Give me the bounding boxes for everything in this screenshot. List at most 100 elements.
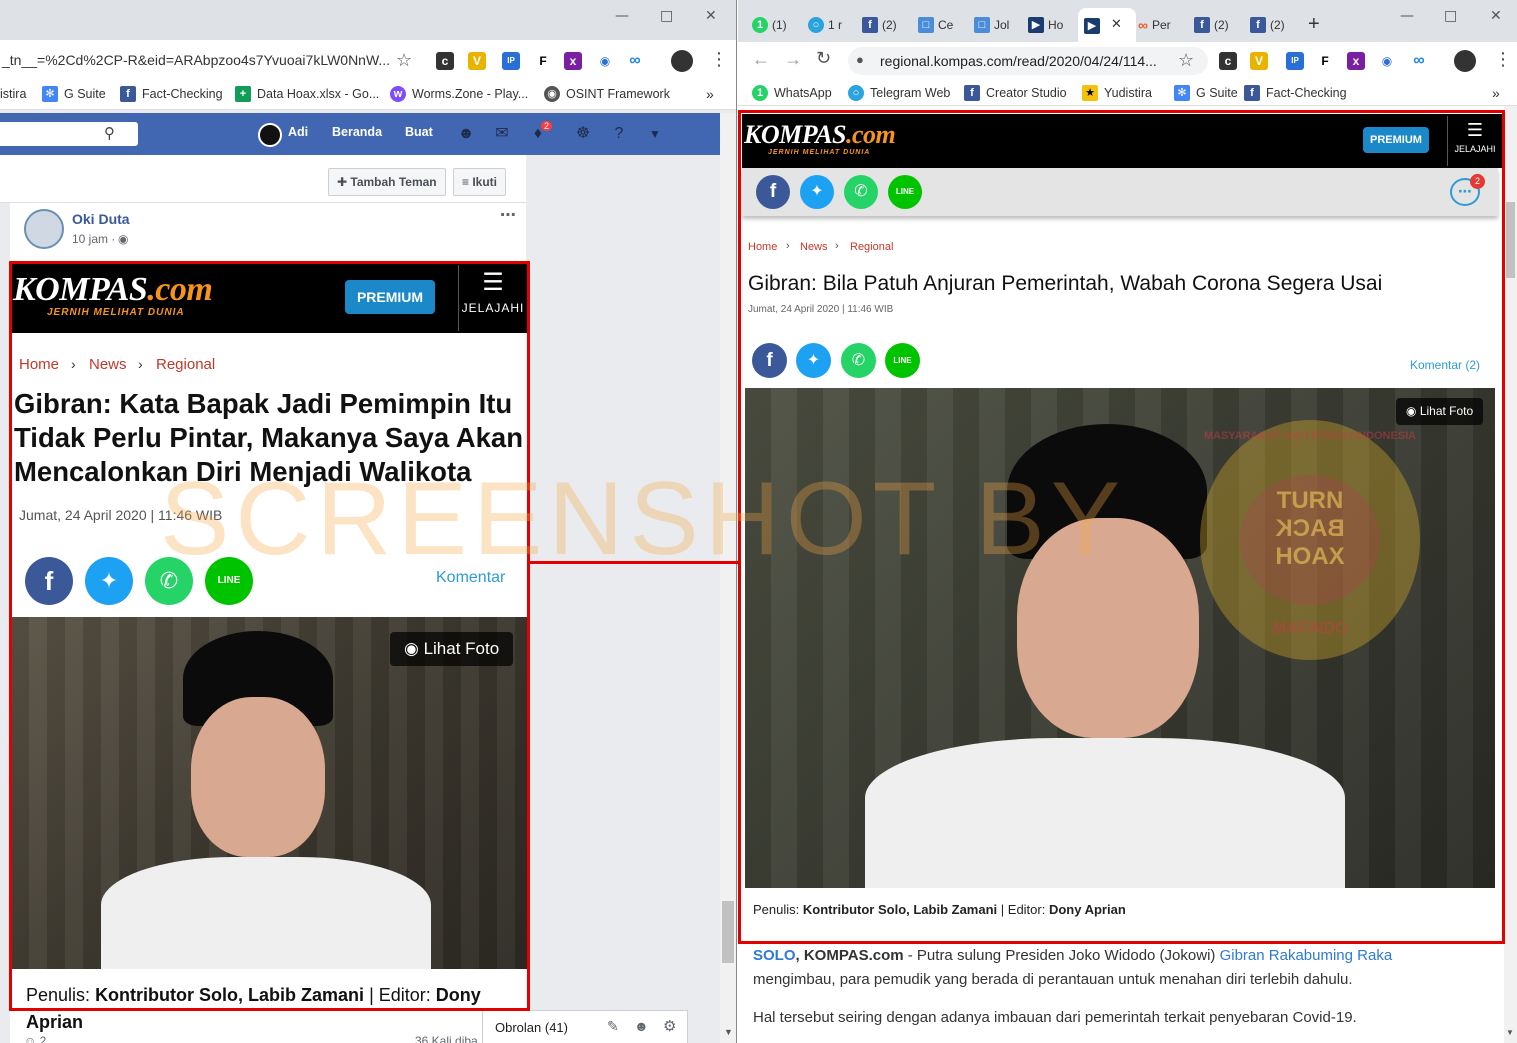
nav-create[interactable]: Buat <box>405 125 433 139</box>
whatsapp-share-icon[interactable]: ✆ <box>841 343 876 378</box>
right-url[interactable]: regional.kompas.com/read/2020/04/24/114.… <box>880 53 1157 69</box>
search-icon[interactable]: ⚲ <box>104 124 115 142</box>
bookmark-item[interactable]: 1 WhatsApp <box>752 77 832 109</box>
kompas-logo[interactable]: KOMPAS.com <box>744 120 896 150</box>
back-icon[interactable]: ← <box>752 49 770 70</box>
facebook-share-icon[interactable]: f <box>752 343 787 378</box>
bookmarks-overflow-icon[interactable]: » <box>706 78 714 110</box>
right-scrollbar[interactable]: ▼ <box>1504 106 1517 1043</box>
extension-icon[interactable]: x <box>564 52 582 70</box>
tab-facebook[interactable]: f (2) <box>1250 14 1285 36</box>
extension-icon[interactable]: c <box>1219 52 1237 70</box>
messenger-icon[interactable]: ✉ <box>491 123 513 145</box>
bookmark-star-icon[interactable]: ☆ <box>396 50 412 71</box>
post-author[interactable]: Oki Duta <box>72 211 130 227</box>
omnibox[interactable]: ● regional.kompas.com/read/2020/04/24/11… <box>848 47 1208 75</box>
breadcrumb-news[interactable]: News <box>800 241 828 253</box>
tab-generic[interactable]: □ Jol <box>974 14 1009 36</box>
profile-avatar[interactable] <box>671 50 693 72</box>
tab-facebook[interactable]: f (2) <box>862 14 897 36</box>
extension-icon[interactable]: IP <box>502 52 520 70</box>
bookmark-item[interactable]: ✻ G Suite <box>42 78 106 110</box>
twitter-share-icon[interactable]: ✦ <box>796 343 831 378</box>
line-share-icon[interactable]: LINE <box>888 175 922 209</box>
bookmark-item[interactable]: ✻ G Suite <box>1174 77 1238 109</box>
gear-icon[interactable]: ⚙ <box>663 1017 676 1035</box>
bookmark-star-icon[interactable]: ☆ <box>1178 50 1194 71</box>
gibran-link[interactable]: Gibran Rakabuming Raka <box>1220 947 1393 964</box>
author-avatar[interactable] <box>24 209 64 249</box>
left-url[interactable]: _tn__=%2Cd%2CP-R&eid=ARAbpzoo4s7Yvuoai7k… <box>2 52 390 68</box>
bookmark-item[interactable]: w Worms.Zone - Play... <box>390 78 528 110</box>
whatsapp-share-icon[interactable]: ✆ <box>844 175 878 209</box>
bookmark-item[interactable]: ○ Telegram Web <box>848 77 950 109</box>
tab-generic[interactable]: □ Ce <box>918 14 953 36</box>
bookmarks-overflow-icon[interactable]: » <box>1492 77 1500 109</box>
chat-bar[interactable]: Obrolan (41) ✎ ☻ ⚙ <box>482 1010 688 1043</box>
extension-icon[interactable]: V <box>1250 52 1268 70</box>
friend-requests-icon[interactable]: ☸ <box>572 123 594 145</box>
article-photo[interactable]: ◉ Lihat Foto <box>745 388 1495 888</box>
extension-icon[interactable]: IP <box>1286 52 1304 70</box>
facebook-search-input[interactable]: ⚲ <box>0 122 138 146</box>
maximize-icon[interactable]: □ <box>660 8 673 24</box>
scroll-down-icon[interactable]: ▼ <box>724 1027 733 1037</box>
breadcrumb-regional[interactable]: Regional <box>850 241 893 253</box>
tab-kompas[interactable]: ▶ Ho <box>1028 14 1063 36</box>
bookmark-item[interactable]: f Fact-Checking <box>1244 77 1347 109</box>
nav-home[interactable]: Beranda <box>332 125 382 139</box>
extension-icon[interactable]: ∞ <box>626 52 644 70</box>
tab-generic[interactable]: ∞ Per <box>1138 14 1171 36</box>
explore-menu[interactable]: ☰ JELAJAHI <box>1447 116 1502 166</box>
close-tab-icon[interactable]: ✕ <box>1111 16 1122 32</box>
minimize-icon[interactable]: — <box>1400 8 1414 24</box>
friends-icon[interactable]: ☻ <box>455 123 477 145</box>
avatar[interactable] <box>258 123 282 147</box>
group-icon[interactable]: ☻ <box>634 1018 649 1034</box>
close-icon[interactable]: ✕ <box>1490 8 1502 24</box>
extension-icon[interactable]: ◉ <box>1378 52 1396 70</box>
chevron-down-icon[interactable]: ▼ <box>644 123 666 145</box>
facebook-share-icon[interactable]: f <box>756 175 790 209</box>
right-scroll-thumb[interactable] <box>1506 202 1515 278</box>
extension-icon[interactable]: c <box>436 52 454 70</box>
extension-icon[interactable]: F <box>534 52 552 70</box>
scroll-down-icon[interactable]: ▼ <box>1506 1028 1514 1037</box>
extension-icon[interactable]: ◉ <box>596 52 614 70</box>
left-article-image[interactable]: KOMPAS.com JERNIH MELIHAT DUNIA PREMIUM … <box>11 263 527 1009</box>
new-tab-icon[interactable]: + <box>1308 13 1320 36</box>
close-icon[interactable]: ✕ <box>705 8 717 24</box>
bookmark-item[interactable]: f Fact-Checking <box>120 78 223 110</box>
left-scrollbar[interactable]: ▼ <box>720 113 736 1043</box>
tab-active[interactable]: ▶ ✕ <box>1078 8 1136 42</box>
extension-icon[interactable]: V <box>468 52 486 70</box>
bookmark-item[interactable]: + Data Hoax.xlsx - Go... <box>235 78 379 110</box>
view-photo-button[interactable]: ◉ Lihat Foto <box>1396 398 1484 425</box>
profile-avatar[interactable] <box>1454 50 1476 72</box>
forward-icon[interactable]: → <box>784 49 802 70</box>
breadcrumb-home[interactable]: Home <box>748 241 777 253</box>
premium-button[interactable]: PREMIUM <box>1363 127 1429 153</box>
extension-icon[interactable]: x <box>1347 52 1365 70</box>
post-options-icon[interactable]: ⋯ <box>500 205 516 225</box>
tab-facebook[interactable]: f (2) <box>1194 14 1229 36</box>
maximize-icon[interactable]: □ <box>1444 8 1457 24</box>
menu-kebab-icon[interactable]: ⋮ <box>1494 49 1512 70</box>
bookmark-item[interactable]: ★ Yudistira <box>1082 77 1152 109</box>
bookmark-item[interactable]: ◉ OSINT Framework <box>544 78 670 110</box>
tab-whatsapp[interactable]: 1 (1) <box>752 14 787 36</box>
profile-link[interactable]: Adi <box>288 125 308 139</box>
add-friend-button[interactable]: ✚ Tambah Teman <box>328 168 446 196</box>
follow-button[interactable]: ≡ Ikuti <box>453 168 507 196</box>
reload-icon[interactable]: ↻ <box>816 48 831 69</box>
extension-icon[interactable]: F <box>1316 52 1334 70</box>
extension-icon[interactable]: ∞ <box>1410 52 1428 70</box>
help-icon[interactable]: ? <box>608 123 630 145</box>
comment-link[interactable]: Komentar (2) <box>1410 358 1480 372</box>
twitter-share-icon[interactable]: ✦ <box>800 175 834 209</box>
minimize-icon[interactable]: — <box>615 8 629 24</box>
left-scroll-thumb[interactable] <box>722 901 734 963</box>
line-share-icon[interactable]: LINE <box>885 343 920 378</box>
post-time[interactable]: 10 jam · <box>72 232 115 246</box>
bookmark-item[interactable]: f Creator Studio <box>964 77 1067 109</box>
